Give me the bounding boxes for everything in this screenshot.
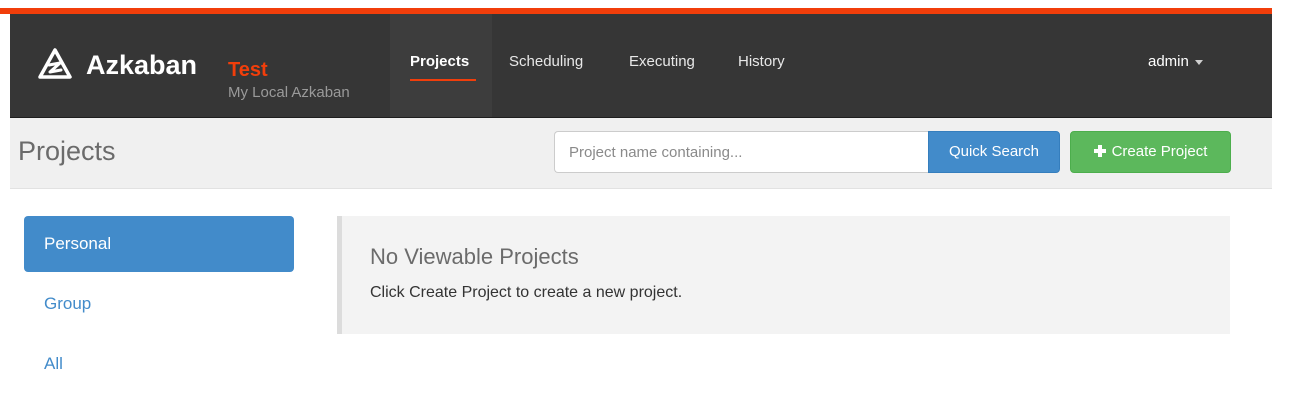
azkaban-logo-icon <box>38 48 72 79</box>
nav-scheduling[interactable]: Scheduling <box>509 53 583 70</box>
plus-icon <box>1093 145 1106 157</box>
nav-history[interactable]: History <box>738 53 785 70</box>
user-name: admin <box>1148 53 1189 70</box>
sidebar-item-all[interactable]: All <box>24 336 294 392</box>
empty-title: No Viewable Projects <box>370 244 579 269</box>
page-title: Projects <box>18 136 116 166</box>
sidebar-item-group[interactable]: Group <box>24 276 294 332</box>
quick-search-button[interactable]: Quick Search <box>928 131 1060 173</box>
sidebar: Personal Group All <box>24 216 294 396</box>
user-menu[interactable]: admin <box>1148 53 1203 70</box>
create-project-button[interactable]: Create Project <box>1070 131 1231 173</box>
nav-active-underline <box>410 79 476 81</box>
chevron-down-icon <box>1194 59 1203 65</box>
empty-projects-panel: No Viewable Projects Click Create Projec… <box>337 216 1230 334</box>
nav-projects[interactable]: Projects <box>410 53 469 70</box>
brand-env-label: Test <box>228 59 268 81</box>
create-project-label: Create Project <box>1111 143 1208 160</box>
top-accent-stripe <box>0 0 1272 14</box>
brand-subtitle: My Local Azkaban <box>228 84 350 101</box>
empty-text: Click Create Project to create a new pro… <box>370 284 683 301</box>
sidebar-item-personal[interactable]: Personal <box>24 216 294 272</box>
nav-executing[interactable]: Executing <box>629 53 695 70</box>
search-input[interactable] <box>554 131 928 173</box>
top-navbar: Azkaban Test My Local Azkaban Projects S… <box>10 14 1272 118</box>
page-header: Projects Quick Search Create Project <box>10 118 1272 189</box>
brand-name: Azkaban <box>86 50 198 80</box>
